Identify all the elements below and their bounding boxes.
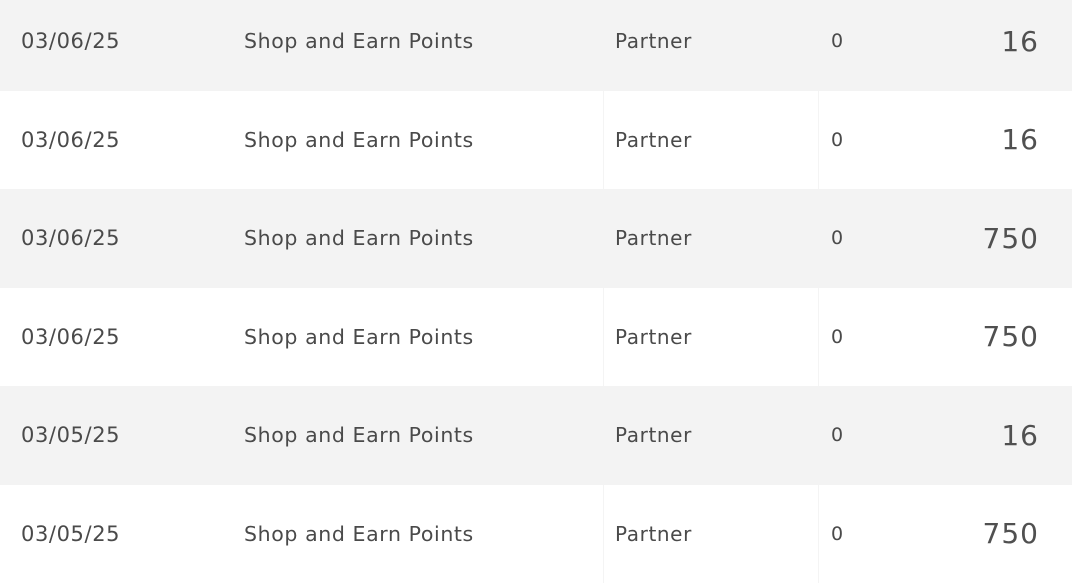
transaction-date: 03/05/25 (21, 485, 120, 583)
transaction-description: Shop and Earn Points (244, 386, 474, 485)
transaction-description: Shop and Earn Points (244, 485, 474, 583)
transaction-points: 16 (1001, 0, 1039, 91)
transaction-date: 03/06/25 (21, 0, 120, 91)
transaction-date: 03/06/25 (21, 189, 120, 288)
column-divider (818, 485, 819, 583)
table-row: 03/06/25 Shop and Earn Points Partner 0 … (0, 91, 1072, 190)
transaction-description: Shop and Earn Points (244, 91, 474, 190)
transaction-type: Partner (615, 288, 692, 387)
transaction-points: 750 (983, 189, 1039, 288)
transaction-redeemed: 0 (831, 485, 844, 583)
transaction-description: Shop and Earn Points (244, 189, 474, 288)
column-divider (603, 288, 604, 387)
transaction-description: Shop and Earn Points (244, 0, 474, 91)
transaction-points: 16 (1001, 386, 1039, 485)
table-row: 03/06/25 Shop and Earn Points Partner 0 … (0, 288, 1072, 387)
transaction-date: 03/06/25 (21, 91, 120, 190)
transaction-points: 16 (1001, 91, 1039, 190)
transaction-type: Partner (615, 386, 692, 485)
column-divider (603, 485, 604, 583)
table-row: 03/05/25 Shop and Earn Points Partner 0 … (0, 386, 1072, 485)
transaction-redeemed: 0 (831, 91, 844, 190)
transaction-redeemed: 0 (831, 0, 844, 91)
transaction-type: Partner (615, 485, 692, 583)
transaction-redeemed: 0 (831, 189, 844, 288)
transaction-points: 750 (983, 485, 1039, 583)
transaction-points: 750 (983, 288, 1039, 387)
column-divider (603, 91, 604, 190)
table-row: 03/05/25 Shop and Earn Points Partner 0 … (0, 485, 1072, 583)
transaction-date: 03/06/25 (21, 288, 120, 387)
transaction-type: Partner (615, 0, 692, 91)
transactions-table: 03/06/25 Shop and Earn Points Partner 0 … (0, 0, 1072, 583)
transaction-description: Shop and Earn Points (244, 288, 474, 387)
transaction-type: Partner (615, 189, 692, 288)
transaction-redeemed: 0 (831, 386, 844, 485)
column-divider (818, 288, 819, 387)
transaction-date: 03/05/25 (21, 386, 120, 485)
transaction-type: Partner (615, 91, 692, 190)
transaction-redeemed: 0 (831, 288, 844, 387)
table-row: 03/06/25 Shop and Earn Points Partner 0 … (0, 189, 1072, 288)
table-row: 03/06/25 Shop and Earn Points Partner 0 … (0, 0, 1072, 91)
column-divider (818, 91, 819, 190)
